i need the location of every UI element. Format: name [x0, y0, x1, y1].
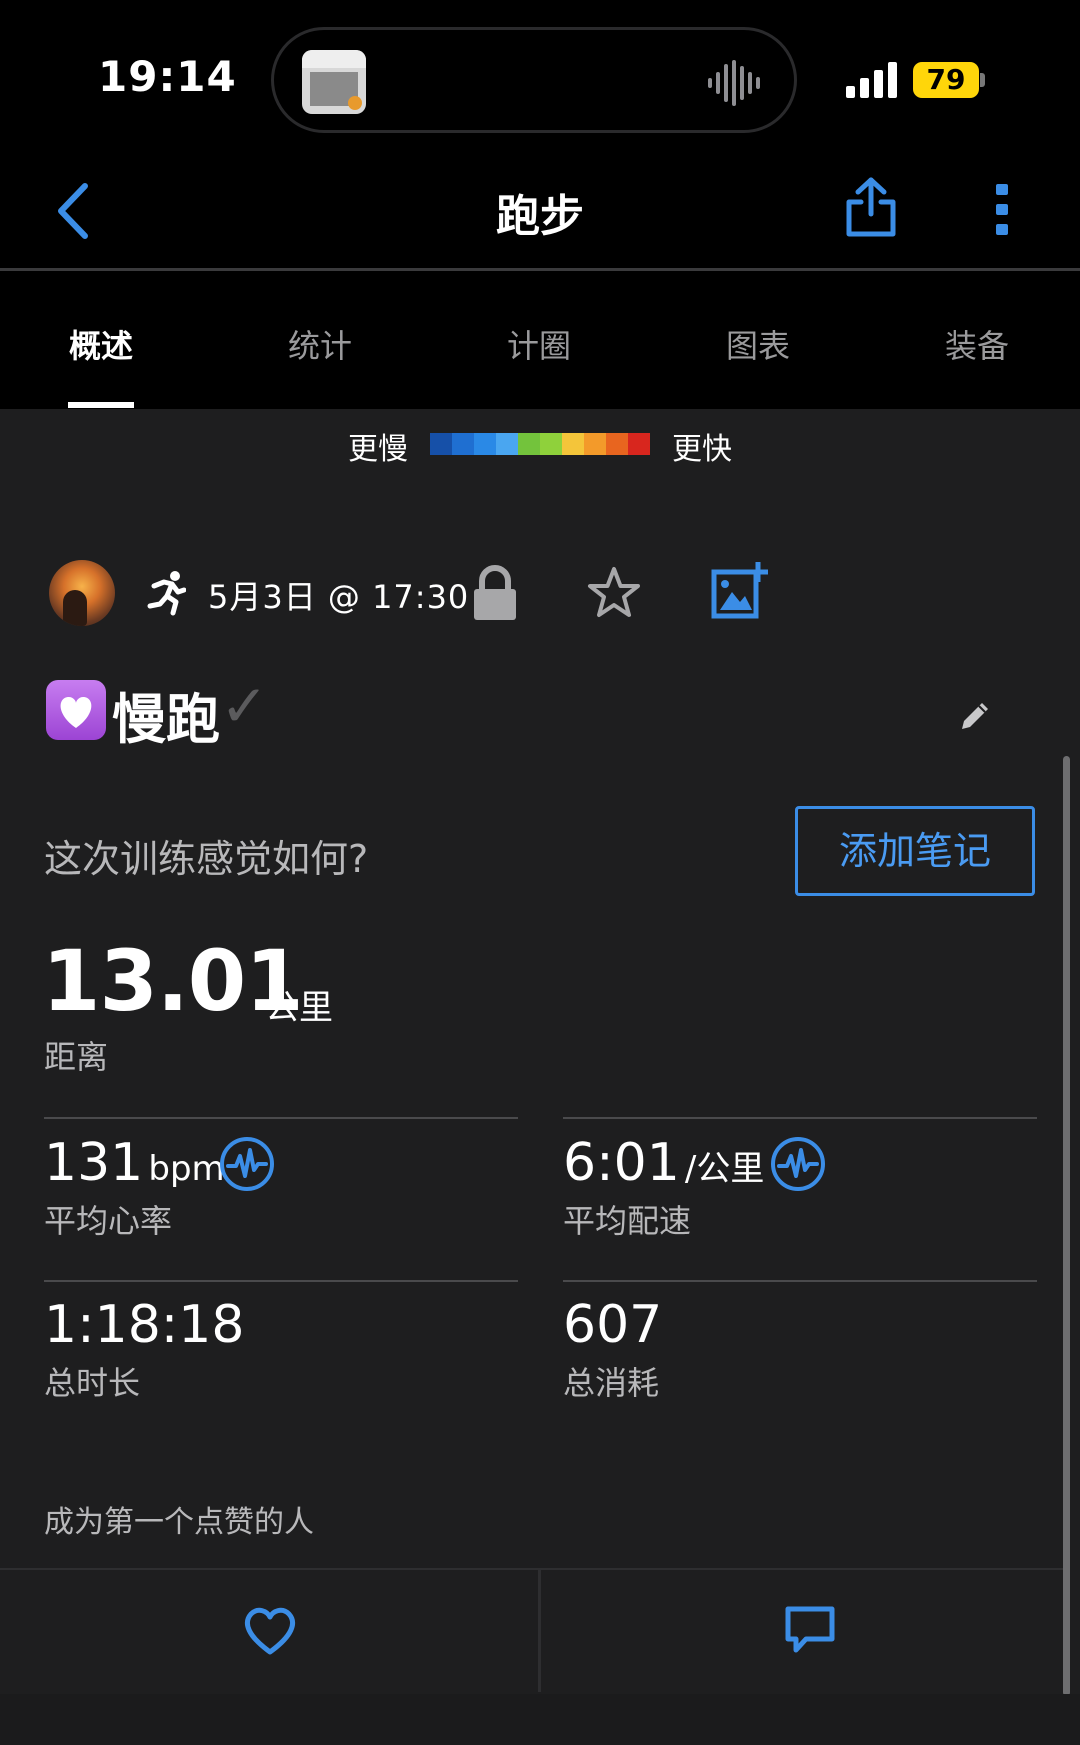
- lock-icon[interactable]: [472, 565, 518, 621]
- active-tab-indicator: [68, 402, 134, 408]
- battery-indicator: 79: [913, 62, 979, 98]
- tab-bar: 概述 统计 计圈 图表 装备: [0, 271, 1080, 409]
- pace-value: 6:01: [563, 1133, 680, 1193]
- avatar[interactable]: [49, 560, 115, 626]
- legend-swatch: [452, 433, 474, 455]
- legend-swatch: [562, 433, 584, 455]
- duration-label: 总时长: [44, 1364, 141, 1402]
- audio-wave-icon: [708, 60, 760, 106]
- legend-swatch: [474, 433, 496, 455]
- pace-color-legend: [430, 433, 650, 455]
- legend-swatch: [584, 433, 606, 455]
- running-icon: [147, 571, 186, 616]
- likes-text: 成为第一个点赞的人: [44, 1505, 314, 1540]
- more-vertical-icon[interactable]: [990, 182, 1014, 238]
- legend-swatch: [430, 433, 452, 455]
- album-art-icon: [302, 50, 366, 114]
- legend-swatch: [518, 433, 540, 455]
- divider: [563, 1280, 1037, 1282]
- legend-slow-label: 更慢: [348, 432, 408, 467]
- calories-label: 总消耗: [563, 1364, 660, 1402]
- tab-charts[interactable]: 图表: [658, 321, 858, 367]
- divider: [44, 1117, 518, 1119]
- white-heart-emoji-icon: [46, 680, 106, 740]
- legend-swatch: [628, 433, 650, 455]
- calories-value: 607: [563, 1295, 663, 1355]
- dynamic-island[interactable]: [271, 27, 797, 133]
- legend-swatch: [540, 433, 562, 455]
- comment-icon[interactable]: [784, 1605, 836, 1655]
- pace-label: 平均配速: [563, 1202, 692, 1240]
- activity-title[interactable]: 慢跑: [112, 675, 220, 754]
- stat-heart-rate[interactable]: 131 bpm: [44, 1133, 225, 1193]
- heart-rate-value: 131: [44, 1133, 144, 1193]
- star-icon[interactable]: [586, 565, 642, 621]
- action-bar: [0, 1568, 1066, 1696]
- tab-overview[interactable]: 概述: [1, 321, 201, 367]
- add-photo-icon[interactable]: [710, 560, 770, 620]
- legend-fast-label: 更快: [672, 432, 732, 467]
- heart-rate-unit: bpm: [148, 1149, 225, 1189]
- duration-value: 1:18:18: [44, 1295, 245, 1355]
- pace-unit: /公里: [684, 1149, 765, 1189]
- page-title: 跑步: [496, 191, 584, 242]
- status-time: 19:14: [98, 52, 237, 101]
- heart-icon[interactable]: [240, 1605, 300, 1657]
- divider: [563, 1117, 1037, 1119]
- bottom-area: [0, 1694, 1080, 1745]
- battery-cap: [980, 73, 985, 87]
- activity-datetime: 5月3日 @ 17:30: [208, 578, 470, 616]
- heart-rate-label: 平均心率: [44, 1202, 173, 1240]
- tab-laps[interactable]: 计圈: [439, 321, 639, 367]
- distance-value: 13.01: [42, 932, 304, 1030]
- scrollbar[interactable]: [1063, 756, 1070, 1696]
- check-mark-icon: ✓: [220, 672, 269, 740]
- action-bar-separator: [538, 1568, 541, 1692]
- pace-chart-icon[interactable]: [770, 1136, 826, 1192]
- legend-swatch: [606, 433, 628, 455]
- nav-bar: 跑步: [0, 150, 1080, 271]
- distance-unit: 公里: [265, 988, 333, 1028]
- distance-label: 距离: [44, 1038, 109, 1076]
- divider: [44, 1280, 518, 1282]
- stat-pace[interactable]: 6:01 /公里: [563, 1133, 764, 1193]
- heart-rate-chart-icon[interactable]: [219, 1136, 275, 1192]
- share-icon[interactable]: [845, 176, 897, 238]
- tab-stats[interactable]: 统计: [220, 321, 420, 367]
- feel-question: 这次训练感觉如何?: [44, 837, 369, 881]
- legend-swatch: [496, 433, 518, 455]
- add-note-button[interactable]: 添加笔记: [795, 806, 1035, 896]
- tab-gear[interactable]: 装备: [877, 321, 1077, 367]
- cellular-signal-icon: [846, 62, 897, 98]
- pencil-icon[interactable]: [958, 697, 992, 731]
